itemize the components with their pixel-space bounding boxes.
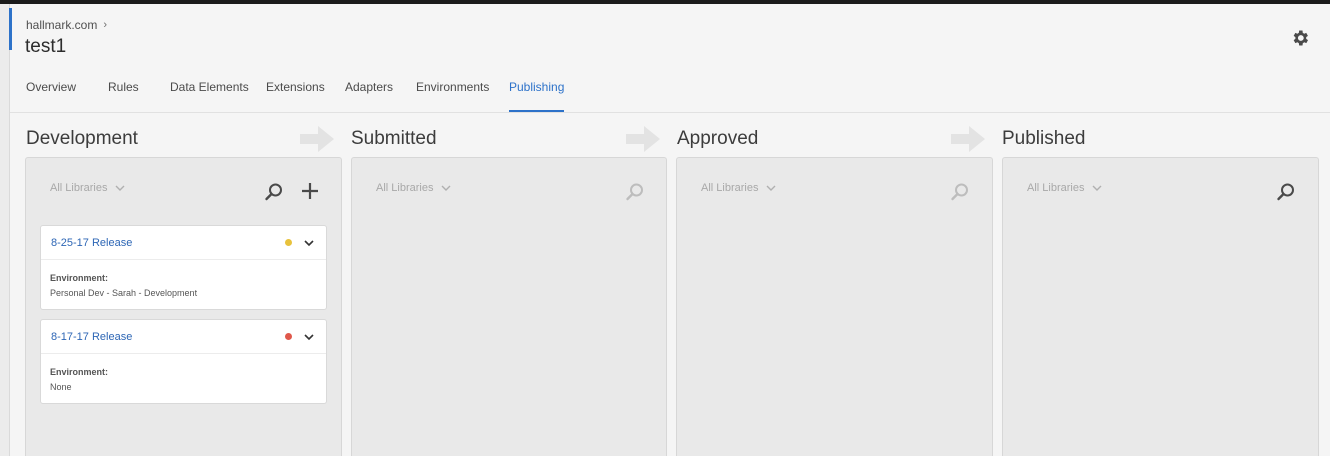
chevron-right-icon: › — [103, 19, 108, 31]
library-filter-dropdown[interactable]: All Libraries — [701, 182, 776, 194]
search-icon[interactable] — [625, 182, 645, 202]
chevron-down-icon[interactable] — [303, 331, 315, 343]
column-panel-approved: All Libraries — [676, 157, 993, 456]
chevron-down-icon — [441, 185, 451, 191]
tab-rules[interactable]: Rules — [108, 76, 139, 113]
arrow-right-icon — [300, 126, 334, 152]
breadcrumb: hallmark.com › — [26, 18, 107, 32]
environment-label: Environment: — [50, 273, 109, 283]
column-title-development: Development — [26, 128, 138, 149]
column-title-published: Published — [1002, 128, 1086, 149]
library-filter-label: All Libraries — [701, 182, 759, 194]
search-icon[interactable] — [264, 182, 284, 202]
column-panel-development: All Libraries 8-25-17 Release Environmen… — [25, 157, 342, 456]
library-filter-label: All Libraries — [376, 182, 434, 194]
gear-icon[interactable] — [1290, 28, 1310, 48]
library-filter-label: All Libraries — [1027, 182, 1085, 194]
chevron-down-icon — [766, 185, 776, 191]
environment-value: Personal Dev - Sarah - Development — [50, 288, 198, 298]
tab-environments[interactable]: Environments — [416, 76, 489, 113]
page-title: test1 — [25, 36, 67, 57]
environment-label: Environment: — [50, 367, 109, 377]
library-card: 8-25-17 Release Environment: Personal De… — [40, 225, 327, 310]
arrow-right-icon — [626, 126, 660, 152]
library-card: 8-17-17 Release Environment: None — [40, 319, 327, 404]
column-panel-published: All Libraries — [1002, 157, 1319, 456]
arrow-right-icon — [951, 126, 985, 152]
property-header: hallmark.com › test1 Overview Rules Data… — [10, 4, 1330, 113]
library-filter-dropdown[interactable]: All Libraries — [1027, 182, 1102, 194]
tab-extensions[interactable]: Extensions — [266, 76, 325, 113]
library-name-link[interactable]: 8-25-17 Release — [51, 237, 132, 249]
chevron-down-icon — [115, 185, 125, 191]
library-name-link[interactable]: 8-17-17 Release — [51, 331, 132, 343]
tab-overview[interactable]: Overview — [26, 76, 76, 113]
search-icon[interactable] — [1276, 182, 1296, 202]
tab-publishing[interactable]: Publishing — [509, 76, 565, 113]
status-dot — [285, 333, 292, 340]
library-filter-label: All Libraries — [50, 182, 108, 194]
library-filter-dropdown[interactable]: All Libraries — [376, 182, 451, 194]
tab-adapters[interactable]: Adapters — [345, 76, 393, 113]
library-card-header: 8-17-17 Release — [41, 320, 326, 354]
library-filter-dropdown[interactable]: All Libraries — [50, 182, 125, 194]
tab-data-elements[interactable]: Data Elements — [170, 76, 249, 113]
column-title-approved: Approved — [677, 128, 759, 149]
environment-value: None — [50, 382, 72, 392]
column-title-submitted: Submitted — [351, 128, 437, 149]
column-panel-submitted: All Libraries — [351, 157, 667, 456]
left-rail — [0, 4, 12, 456]
breadcrumb-link[interactable]: hallmark.com — [26, 18, 97, 32]
chevron-down-icon[interactable] — [303, 237, 315, 249]
chevron-down-icon — [1092, 185, 1102, 191]
status-dot — [285, 239, 292, 246]
plus-icon[interactable] — [299, 180, 321, 202]
search-icon[interactable] — [950, 182, 970, 202]
library-card-header: 8-25-17 Release — [41, 226, 326, 260]
